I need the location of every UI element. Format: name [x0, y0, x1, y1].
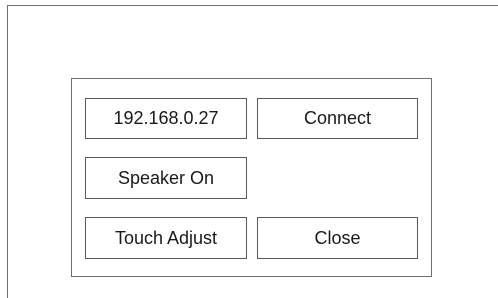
touch-adjust-button[interactable]: Touch Adjust: [85, 217, 247, 259]
screen: 192.168.0.27 Connect Speaker On Touch Ad…: [0, 0, 498, 298]
close-button[interactable]: Close: [257, 217, 418, 259]
connect-button[interactable]: Connect: [257, 98, 418, 139]
ip-address-field[interactable]: 192.168.0.27: [85, 98, 247, 139]
speaker-toggle-button[interactable]: Speaker On: [85, 157, 247, 199]
